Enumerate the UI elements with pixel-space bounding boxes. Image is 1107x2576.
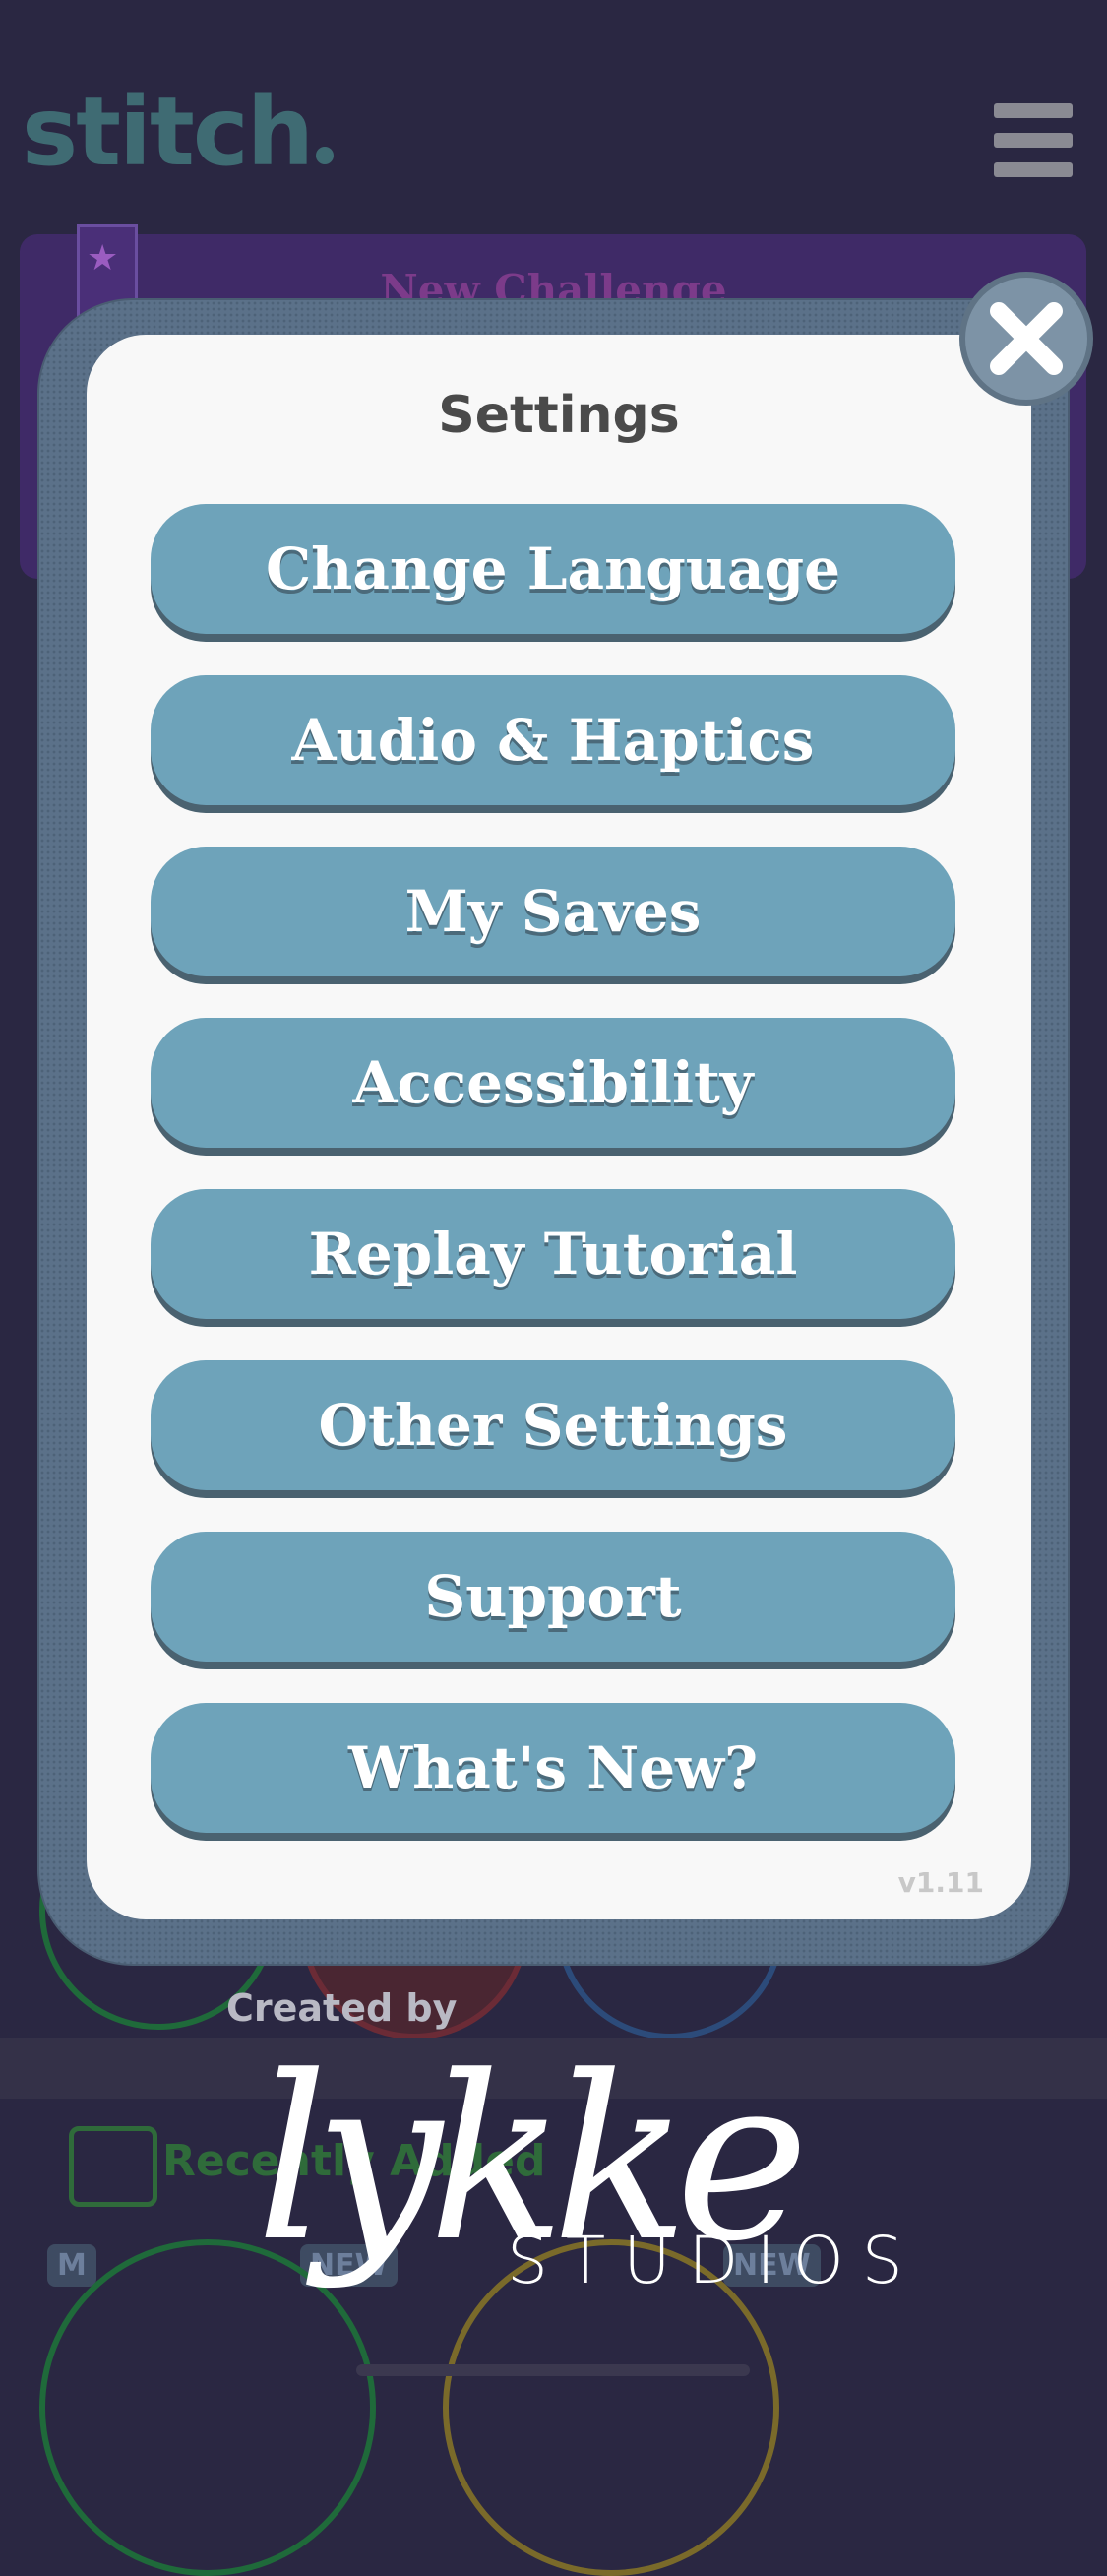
size-tag: M	[47, 2244, 96, 2287]
menu-line	[994, 162, 1073, 177]
audio-haptics-button[interactable]: Audio & Haptics	[151, 675, 955, 805]
whats-new-button[interactable]: What's New?	[151, 1703, 955, 1833]
replay-tutorial-button[interactable]: Replay Tutorial	[151, 1189, 955, 1319]
settings-title: Settings	[438, 386, 680, 445]
gift-box-icon	[69, 2126, 157, 2207]
accessibility-button[interactable]: Accessibility	[151, 1018, 955, 1148]
app-logo-text: stitch	[22, 77, 314, 187]
hamburger-menu-icon[interactable]	[994, 103, 1073, 177]
version-label: v1.11	[897, 1866, 984, 1899]
studios-wordmark: STUDIOS	[507, 2223, 921, 2298]
app-logo: stitch	[22, 77, 335, 187]
change-language-button[interactable]: Change Language	[151, 504, 955, 634]
support-button[interactable]: Support	[151, 1532, 955, 1662]
close-button[interactable]	[959, 272, 1093, 406]
logo-dot	[316, 147, 335, 164]
other-settings-button[interactable]: Other Settings	[151, 1360, 955, 1490]
menu-line	[994, 103, 1073, 118]
my-saves-button[interactable]: My Saves	[151, 847, 955, 976]
home-indicator[interactable]	[356, 2364, 750, 2376]
created-by-label: Created by	[226, 1986, 458, 2030]
menu-line	[994, 133, 1073, 148]
close-icon	[990, 302, 1063, 375]
